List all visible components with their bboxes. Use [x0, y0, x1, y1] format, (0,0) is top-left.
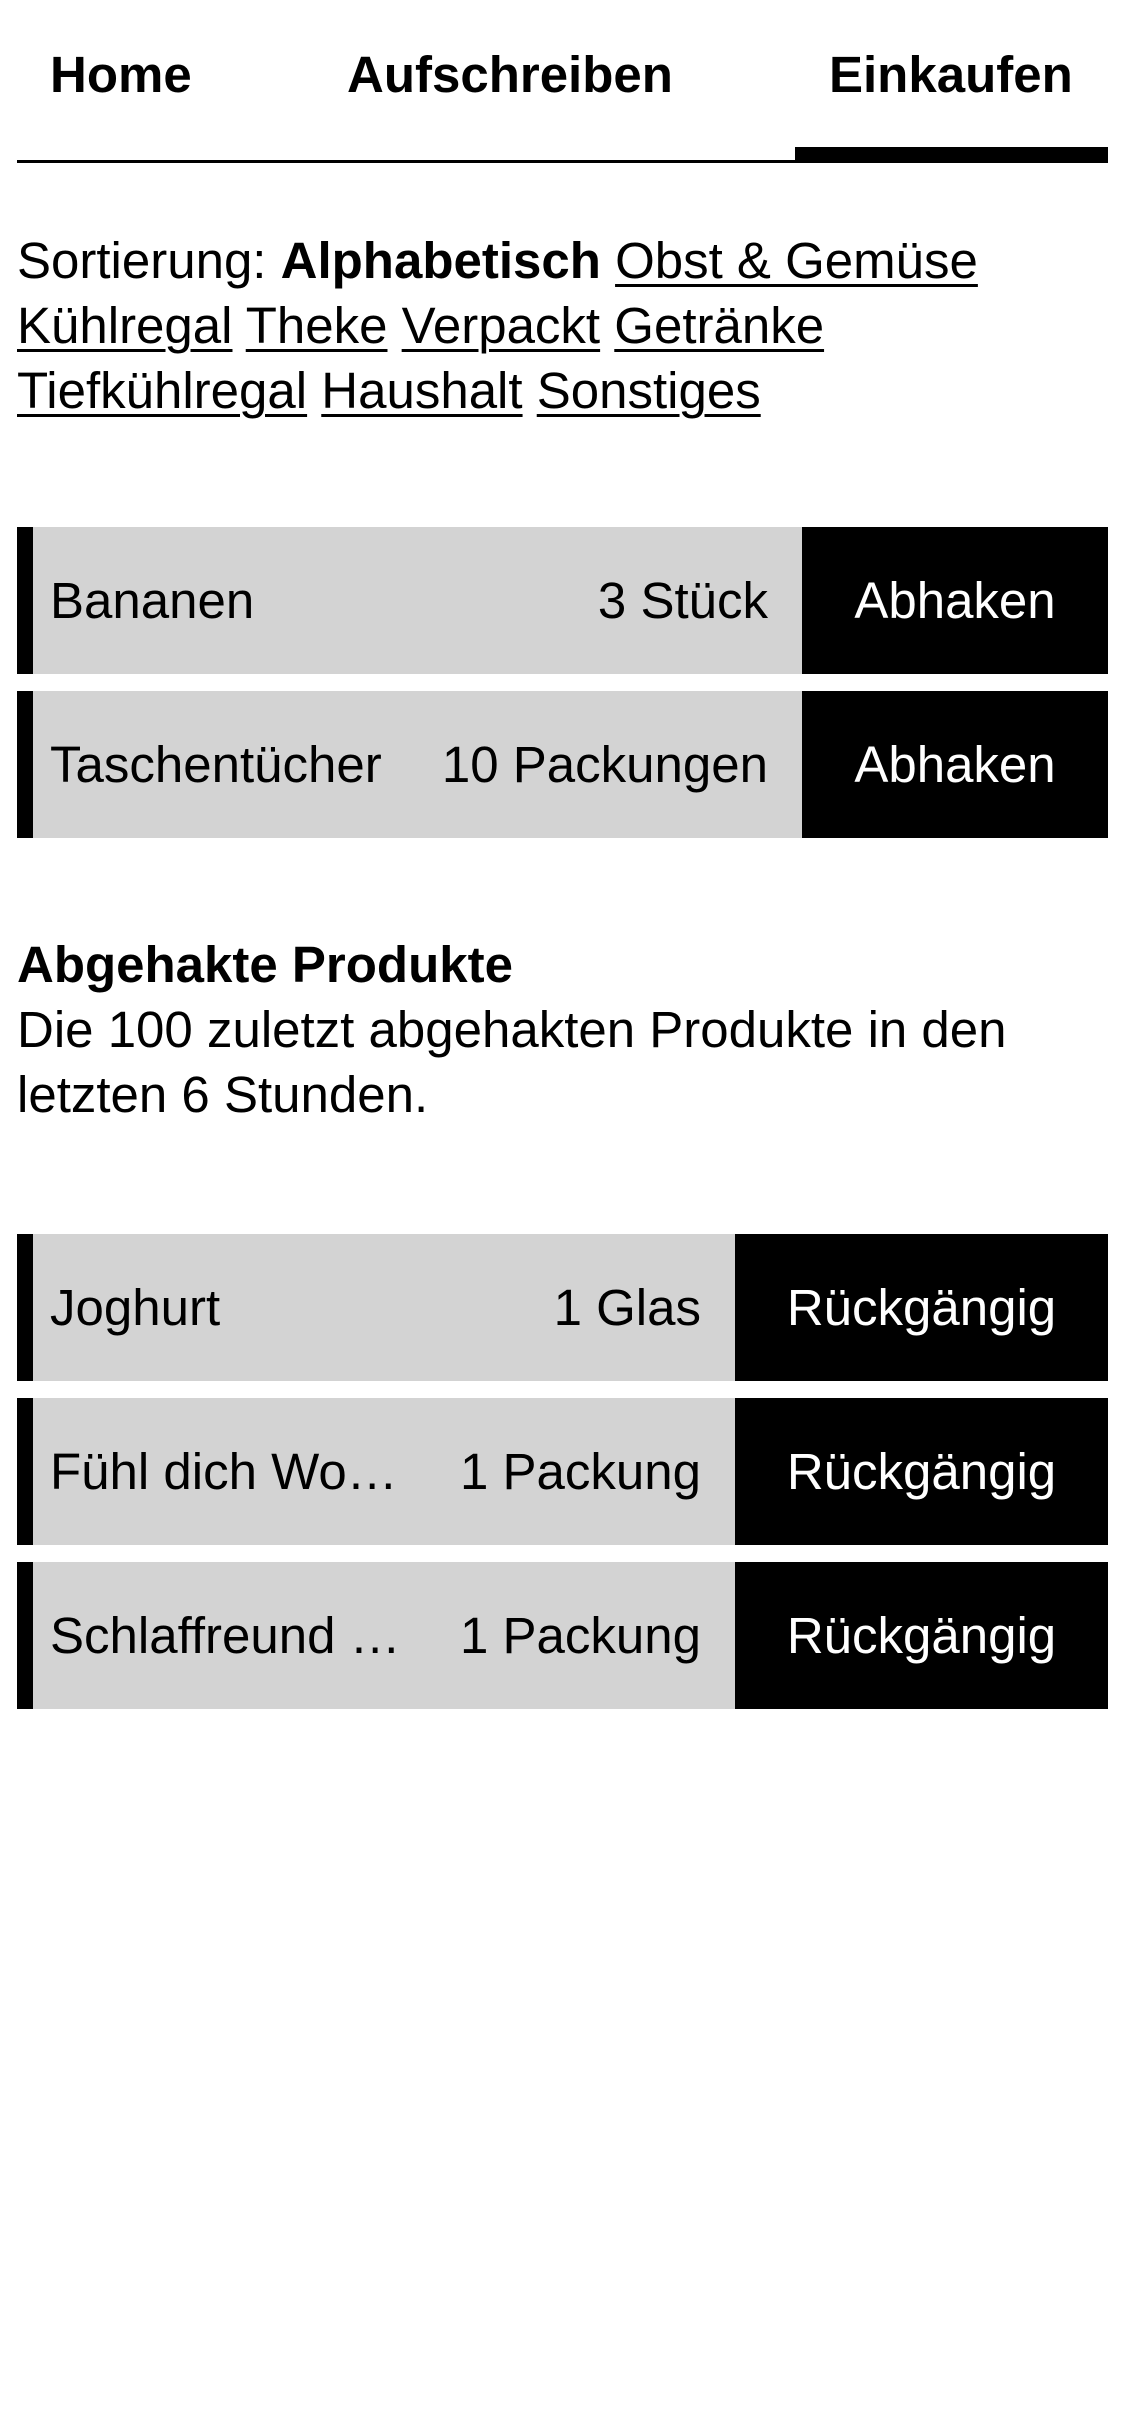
sorting-options: Sortierung: Alphabetisch Obst & Gemüse K…: [17, 228, 1108, 423]
item-quantity: 1 Packung: [459, 1443, 701, 1500]
sort-option-haushalt[interactable]: Haushalt: [321, 362, 522, 419]
sort-option-getraenke[interactable]: Getränke: [614, 297, 824, 354]
item-name: Bananen: [50, 572, 255, 629]
top-navigation: Home Aufschreiben Einkaufen: [0, 0, 1125, 165]
row-accent: [17, 527, 33, 674]
row-accent: [17, 1398, 33, 1545]
checked-section-description: Die 100 zuletzt abgehakten Produkte in d…: [17, 1001, 1007, 1123]
tab-home[interactable]: Home: [50, 42, 192, 108]
list-item: Bananen 3 Stück Abhaken: [17, 527, 1108, 674]
check-off-button[interactable]: Abhaken: [802, 691, 1108, 838]
list-item: Taschentücher 10 Packungen Abhaken: [17, 691, 1108, 838]
active-tab-indicator: [795, 147, 1108, 163]
item-quantity: 1 Glas: [553, 1279, 701, 1336]
undo-button[interactable]: Rückgängig: [735, 1398, 1108, 1545]
sort-option-kuehlregal[interactable]: Kühlregal: [17, 297, 232, 354]
row-accent: [17, 1562, 33, 1709]
row-accent: [17, 1234, 33, 1381]
sort-option-theke[interactable]: Theke: [246, 297, 388, 354]
item-name: Joghurt: [50, 1279, 221, 1336]
item-name: Taschentücher: [50, 736, 382, 793]
check-off-button[interactable]: Abhaken: [802, 527, 1108, 674]
tab-einkaufen[interactable]: Einkaufen: [829, 42, 1073, 108]
sort-option-verpackt[interactable]: Verpackt: [402, 297, 600, 354]
item-name: Fühl dich Wo…: [50, 1443, 398, 1500]
undo-button[interactable]: Rückgängig: [735, 1562, 1108, 1709]
sorting-active-option: Alphabetisch: [280, 232, 601, 289]
checked-item: Joghurt 1 Glas Rückgängig: [17, 1234, 1108, 1381]
undo-button[interactable]: Rückgängig: [735, 1234, 1108, 1381]
item-quantity: 3 Stück: [597, 572, 768, 629]
checked-item: Schlaffreund … 1 Packung Rückgängig: [17, 1562, 1108, 1709]
sort-option-sonstiges[interactable]: Sonstiges: [537, 362, 761, 419]
checked-item: Fühl dich Wo… 1 Packung Rückgängig: [17, 1398, 1108, 1545]
sort-option-obst-gemuese[interactable]: Obst & Gemüse: [615, 232, 978, 289]
item-quantity: 1 Packung: [459, 1607, 701, 1664]
sorting-label: Sortierung:: [17, 232, 267, 289]
sort-option-tiefkuehlregal[interactable]: Tiefkühlregal: [17, 362, 307, 419]
row-accent: [17, 691, 33, 838]
checked-section-title: Abgehakte Produkte: [17, 936, 513, 993]
tab-aufschreiben[interactable]: Aufschreiben: [347, 42, 673, 108]
item-quantity: 10 Packungen: [441, 736, 768, 793]
item-name: Schlaffreund …: [50, 1607, 401, 1664]
